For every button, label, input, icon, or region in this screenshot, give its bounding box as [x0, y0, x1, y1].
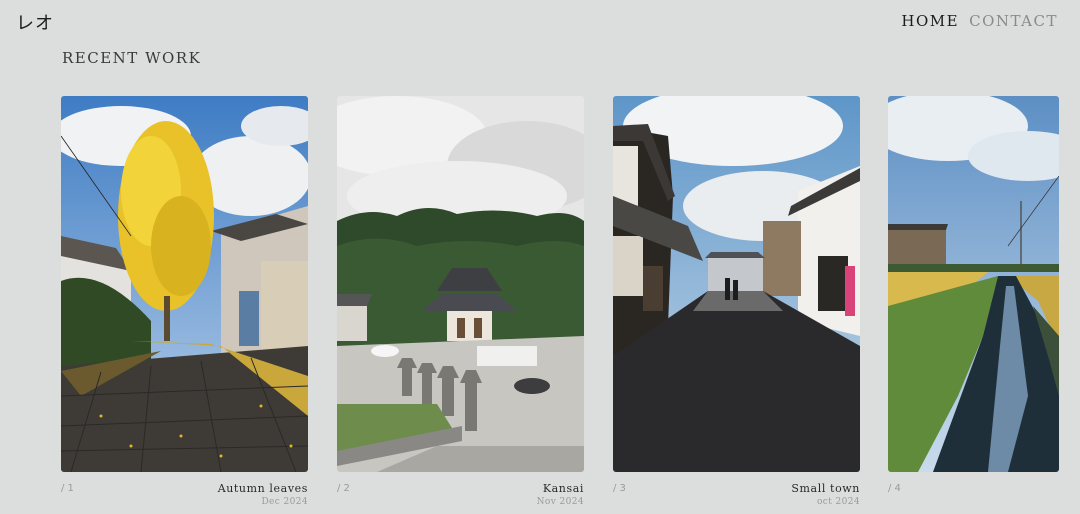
nav-contact-link[interactable]: CONTACT	[969, 12, 1058, 30]
work-card-canal[interactable]: / 4	[888, 96, 1059, 512]
work-photo-canal[interactable]	[888, 96, 1059, 472]
site-logo[interactable]: レオ	[16, 9, 54, 35]
work-photo-town-street[interactable]	[613, 96, 860, 472]
work-title: Small town	[791, 482, 860, 495]
work-meta: / 2 Kansai Nov 2024	[337, 482, 584, 512]
work-date: Nov 2024	[536, 497, 584, 507]
work-title: Autumn leaves	[217, 482, 308, 495]
work-card-kansai[interactable]: / 2 Kansai Nov 2024	[337, 96, 584, 512]
work-card-small-town[interactable]: / 3 Small town oct 2024	[613, 96, 860, 512]
work-photo-temple[interactable]	[337, 96, 584, 472]
work-date: Dec 2024	[261, 497, 308, 507]
work-title: Kansai	[542, 482, 584, 495]
work-photo-ginkgo-street[interactable]	[61, 96, 308, 472]
work-meta: / 1 Autumn leaves Dec 2024	[61, 482, 308, 512]
work-index: / 4	[888, 483, 901, 494]
work-index: / 1	[61, 483, 74, 494]
main-nav: HOME CONTACT	[901, 12, 1058, 30]
work-index: / 3	[613, 483, 626, 494]
nav-home-link[interactable]: HOME	[901, 12, 959, 30]
work-card-autumn-leaves[interactable]: / 1 Autumn leaves Dec 2024	[61, 96, 308, 512]
work-meta: / 4	[888, 482, 1059, 512]
work-date: oct 2024	[816, 497, 860, 507]
work-index: / 2	[337, 483, 350, 494]
work-meta: / 3 Small town oct 2024	[613, 482, 860, 512]
section-title: RECENT WORK	[62, 49, 202, 67]
